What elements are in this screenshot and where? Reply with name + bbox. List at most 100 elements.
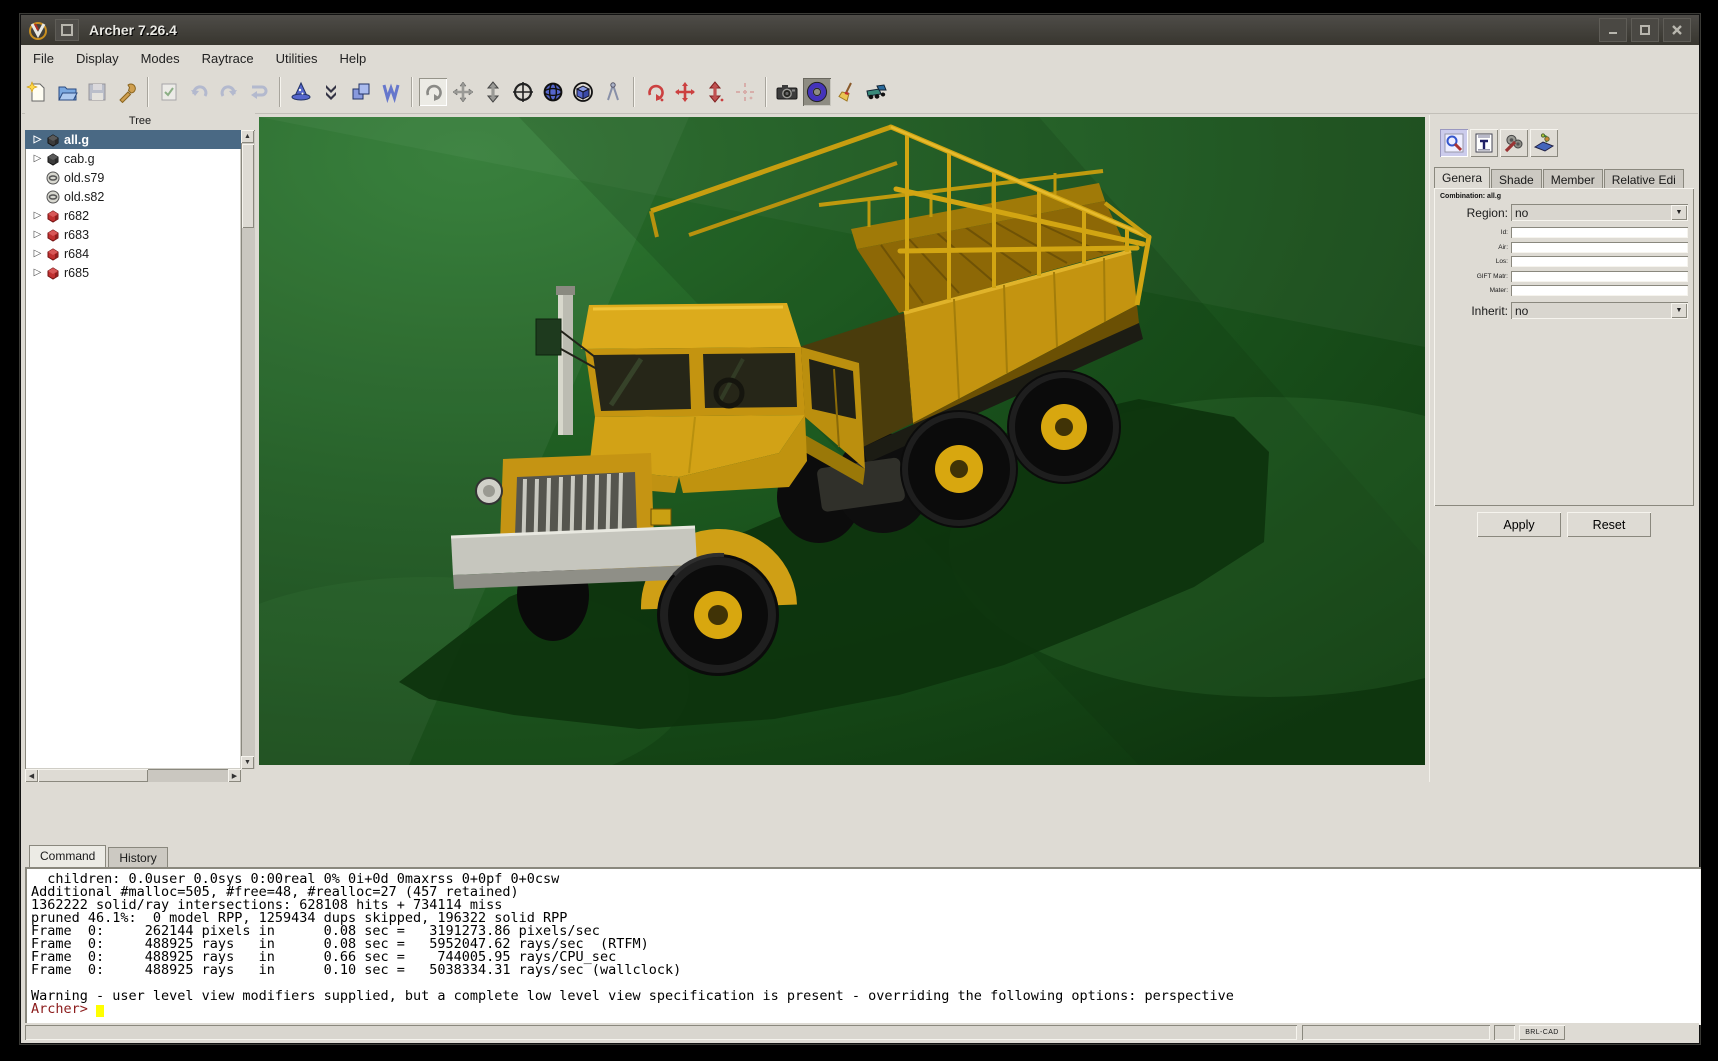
tree-vertical-scrollbar[interactable]: [241, 130, 255, 769]
air-label: Air:: [1436, 244, 1511, 251]
scrollbar-thumb[interactable]: [242, 144, 254, 228]
scroll-down-arrow[interactable]: [241, 756, 254, 769]
tree-item-olds79[interactable]: old.s79: [25, 168, 241, 187]
expander-icon[interactable]: [31, 153, 44, 164]
air-field[interactable]: [1511, 242, 1688, 253]
los-row: Los:: [1436, 256, 1688, 267]
tools-button[interactable]: [113, 78, 141, 106]
tools-button-panel[interactable]: [1500, 129, 1528, 157]
app-window-icon[interactable]: [55, 19, 79, 41]
gift-material-row: GIFT Matr:: [1436, 271, 1688, 282]
multipane-view-button[interactable]: [377, 78, 405, 106]
center-view-button[interactable]: [509, 78, 537, 106]
chevron-down-icon[interactable]: [1671, 205, 1687, 220]
apply-button[interactable]: Apply: [1477, 512, 1561, 537]
menu-display[interactable]: Display: [65, 48, 130, 69]
gift-material-field[interactable]: [1511, 271, 1688, 282]
sphere-view-button[interactable]: [539, 78, 567, 106]
menu-modes[interactable]: Modes: [130, 48, 191, 69]
cube-view-button[interactable]: [569, 78, 597, 106]
tree-item-olds82[interactable]: old.s82: [25, 187, 241, 206]
raytrace-model-button[interactable]: [863, 78, 891, 106]
view-edit-button[interactable]: [1440, 129, 1468, 157]
clear-framebuffer-button[interactable]: [833, 78, 861, 106]
tree-item-r683[interactable]: r683: [25, 225, 241, 244]
menu-help[interactable]: Help: [329, 48, 378, 69]
scrollbar-thumb[interactable]: [38, 769, 148, 782]
primitive-icon: [46, 171, 60, 185]
tree-item-allg[interactable]: all.g: [25, 130, 241, 149]
rotate-edit-button[interactable]: [641, 78, 669, 106]
center-edit-button[interactable]: [731, 78, 759, 106]
command-console[interactable]: children: 0.0user 0.0sys 0:00real 0% 0i+…: [25, 867, 1701, 1025]
inherit-row: Inherit: no: [1436, 302, 1688, 319]
checklist-icon: [158, 81, 180, 103]
tree-horizontal-scrollbar[interactable]: [25, 769, 241, 782]
surface-plot-icon: [1533, 132, 1555, 154]
scale-edit-button[interactable]: [701, 78, 729, 106]
scale-view-button[interactable]: [479, 78, 507, 106]
tab-history[interactable]: History: [108, 847, 167, 867]
maximize-button[interactable]: [1631, 18, 1659, 42]
expander-icon[interactable]: [31, 229, 44, 240]
open-button[interactable]: [53, 78, 81, 106]
tree-item-r682[interactable]: r682: [25, 206, 241, 225]
measure-button[interactable]: [599, 78, 627, 106]
tab-general[interactable]: Genera: [1434, 167, 1490, 189]
rotate-view-icon: [422, 81, 444, 103]
tree-item-r685[interactable]: r685: [25, 263, 241, 282]
framebuffer-toggle-button[interactable]: [803, 78, 831, 106]
region-combobox[interactable]: no: [1511, 204, 1688, 221]
id-field[interactable]: [1511, 227, 1688, 238]
tree-list[interactable]: all.g cab.g old.s79 old.s82 r682: [25, 130, 241, 769]
attributes-button[interactable]: [1470, 129, 1498, 157]
general-tab-content: Combination: all.g Region: no Id: Air: L…: [1434, 188, 1694, 506]
duplicate-view-button[interactable]: [347, 78, 375, 106]
menu-file[interactable]: File: [22, 48, 65, 69]
save-button[interactable]: [83, 78, 111, 106]
raytrace-camera-button[interactable]: [773, 78, 801, 106]
reset-button[interactable]: Reset: [1567, 512, 1651, 537]
tab-command[interactable]: Command: [29, 845, 106, 867]
gift-material-label: GIFT Matr:: [1436, 273, 1511, 280]
chevron-down-icon[interactable]: [1671, 303, 1687, 318]
new-file-button[interactable]: [23, 78, 51, 106]
redo-button[interactable]: [215, 78, 243, 106]
tree-item-r684[interactable]: r684: [25, 244, 241, 263]
translate-view-icon: [452, 81, 474, 103]
scroll-right-arrow[interactable]: [228, 769, 241, 782]
translate-view-button[interactable]: [449, 78, 477, 106]
los-field[interactable]: [1511, 256, 1688, 267]
scroll-left-arrow[interactable]: [25, 769, 38, 782]
material-field[interactable]: [1511, 285, 1688, 296]
rotate-view-button[interactable]: [419, 78, 447, 106]
tree-item-cabg[interactable]: cab.g: [25, 149, 241, 168]
checklist-button[interactable]: [155, 78, 183, 106]
close-button[interactable]: [1663, 18, 1691, 42]
combination-icon: [46, 152, 60, 166]
tab-members[interactable]: Member: [1543, 169, 1603, 189]
title-bar[interactable]: Archer 7.26.4: [21, 15, 1699, 45]
wizard-button[interactable]: [287, 78, 315, 106]
viewport-3d[interactable]: [259, 117, 1425, 765]
expander-icon[interactable]: [31, 267, 44, 278]
tab-relative-edit[interactable]: Relative Edi: [1604, 169, 1684, 189]
expand-more-button[interactable]: [317, 78, 345, 106]
menu-raytrace[interactable]: Raytrace: [191, 48, 265, 69]
undo-button[interactable]: [185, 78, 213, 106]
expander-icon[interactable]: [31, 134, 44, 145]
inherit-combobox[interactable]: no: [1511, 302, 1688, 319]
center-view-icon: [512, 81, 534, 103]
command-prompt-row[interactable]: Archer>: [31, 1003, 1699, 1016]
region-icon: [46, 228, 60, 242]
revert-button[interactable]: [245, 78, 273, 106]
minimize-button[interactable]: [1599, 18, 1627, 42]
tab-shader[interactable]: Shade: [1491, 169, 1542, 189]
expander-icon[interactable]: [31, 248, 44, 259]
menu-utilities[interactable]: Utilities: [265, 48, 329, 69]
scroll-up-arrow[interactable]: [241, 130, 254, 143]
plot-button[interactable]: [1530, 129, 1558, 157]
translate-edit-button[interactable]: [671, 78, 699, 106]
broom-icon: [836, 81, 858, 103]
expander-icon[interactable]: [31, 210, 44, 221]
